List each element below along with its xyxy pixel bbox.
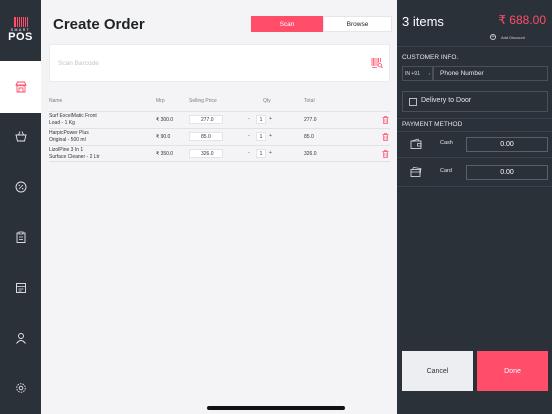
items-count: 3 items: [402, 14, 444, 29]
sidebar-item-settings[interactable]: [0, 362, 41, 414]
sidebar-item-basket[interactable]: [0, 110, 41, 162]
sidebar: SMART POS: [0, 0, 41, 414]
chevron-right-icon: ›: [428, 71, 430, 76]
barcode-input[interactable]: Scan Barcode: [49, 44, 390, 82]
product-name: Surf ExcelMatic Front Load - 1 Kg: [49, 113, 97, 126]
divider: [397, 186, 552, 187]
qty-decrement-button[interactable]: -: [248, 150, 250, 156]
barcode-logo-icon: [13, 17, 28, 27]
receipt-icon: [15, 283, 26, 293]
product-name: LizolPine 3 In 1 Surface Cleaner - 2 Ltr: [49, 147, 100, 160]
header-mrp: Mrp: [156, 98, 165, 104]
delivery-label: Delivery to Door: [421, 97, 472, 104]
payment-row-cash: Cash 0.00: [402, 134, 548, 154]
trash-icon[interactable]: [382, 133, 389, 141]
percent-badge-icon: [15, 181, 26, 193]
phone-input[interactable]: Phone Number: [433, 66, 548, 81]
delivery-option[interactable]: Delivery to Door: [402, 91, 548, 112]
cancel-button[interactable]: Cancel: [402, 351, 473, 391]
total-amount: ₹ 688.00: [498, 13, 546, 27]
tab-browse[interactable]: Browse: [323, 16, 392, 32]
payment-label-cash: Cash: [440, 140, 453, 146]
sidebar-item-orders[interactable]: [0, 211, 41, 263]
store-icon: [14, 81, 27, 93]
add-discount-button[interactable]: + Add Discount: [490, 34, 525, 40]
table-row: Surf ExcelMatic Front Load - 1 Kg ₹ 300.0…: [49, 111, 390, 128]
qty-decrement-button[interactable]: -: [248, 116, 250, 122]
divider: [397, 118, 552, 119]
tab-scan[interactable]: Scan: [251, 16, 323, 32]
phone-placeholder: Phone Number: [440, 70, 484, 77]
home-indicator: [207, 406, 345, 410]
payment-method-heading: PAYMENT METHOD: [402, 121, 463, 128]
main-content: Create Order Scan Browse Scan Barcode Na…: [41, 0, 397, 414]
add-circle-icon: +: [490, 33, 496, 40]
add-discount-label: Add Discount: [501, 34, 525, 40]
product-mrp: ₹ 90.0: [156, 134, 171, 140]
selling-price-input[interactable]: 85.0: [189, 132, 223, 141]
sidebar-item-discount[interactable]: [0, 161, 41, 213]
order-summary-panel: 3 items ₹ 688.00 + Add Discount CUSTOMER…: [397, 0, 552, 414]
page-title: Create Order: [53, 16, 145, 33]
logo-text: POS: [8, 31, 33, 43]
cash-amount-input[interactable]: 0.00: [466, 137, 548, 152]
card-amount-input[interactable]: 0.00: [466, 165, 548, 180]
payment-label-card: Card: [440, 168, 452, 174]
qty-input[interactable]: 1: [256, 115, 266, 124]
app-logo: SMART POS: [0, 0, 41, 60]
divider: [397, 157, 552, 158]
qty-increment-button[interactable]: +: [269, 150, 272, 156]
customer-info-heading: CUSTOMER INFO.: [402, 54, 459, 61]
payment-row-card: Card 0.00: [402, 162, 548, 182]
table-row: LizolPine 3 In 1 Surface Cleaner - 2 Ltr …: [49, 145, 390, 162]
done-button[interactable]: Done: [477, 351, 548, 391]
product-mrp: ₹ 300.0: [156, 117, 174, 123]
country-code-value: IN +91: [405, 70, 420, 77]
row-total: 326.0: [304, 151, 317, 157]
card-icon: [410, 167, 422, 177]
divider: [397, 131, 552, 132]
qty-input[interactable]: 1: [256, 149, 266, 158]
qty-input[interactable]: 1: [256, 132, 266, 141]
qty-increment-button[interactable]: +: [269, 116, 272, 122]
clipboard-icon: [16, 231, 25, 243]
row-total: 277.0: [304, 117, 317, 123]
header-qty: Qty: [263, 98, 271, 104]
country-code-select[interactable]: IN +91 ›: [402, 66, 433, 81]
qty-decrement-button[interactable]: -: [248, 133, 250, 139]
header-name: Name: [49, 98, 63, 104]
selling-price-input[interactable]: 277.0: [189, 115, 223, 124]
trash-icon[interactable]: [382, 150, 389, 158]
barcode-scan-icon[interactable]: [371, 57, 383, 69]
divider: [397, 46, 552, 47]
row-total: 85.0: [304, 134, 314, 140]
header-selling-price: Selling Price: [189, 98, 217, 104]
sidebar-item-reports[interactable]: [0, 262, 41, 314]
gear-icon: [15, 383, 26, 393]
table-header: Name Mrp Selling Price Qty Total: [49, 98, 390, 108]
user-icon: [15, 333, 26, 344]
selling-price-input[interactable]: 326.0: [189, 149, 223, 158]
trash-icon[interactable]: [382, 116, 389, 124]
table-row: HarpicPower Plus Original - 500 ml ₹ 90.0…: [49, 128, 390, 145]
header-total: Total: [304, 98, 315, 104]
sidebar-item-store[interactable]: [0, 61, 41, 113]
sidebar-item-customers[interactable]: [0, 312, 41, 364]
wallet-icon: [410, 138, 422, 149]
delivery-checkbox[interactable]: [409, 98, 417, 106]
barcode-placeholder: Scan Barcode: [58, 60, 99, 67]
basket-icon: [14, 131, 27, 142]
product-mrp: ₹ 350.0: [156, 151, 174, 157]
qty-increment-button[interactable]: +: [269, 133, 272, 139]
product-name: HarpicPower Plus Original - 500 ml: [49, 130, 89, 143]
